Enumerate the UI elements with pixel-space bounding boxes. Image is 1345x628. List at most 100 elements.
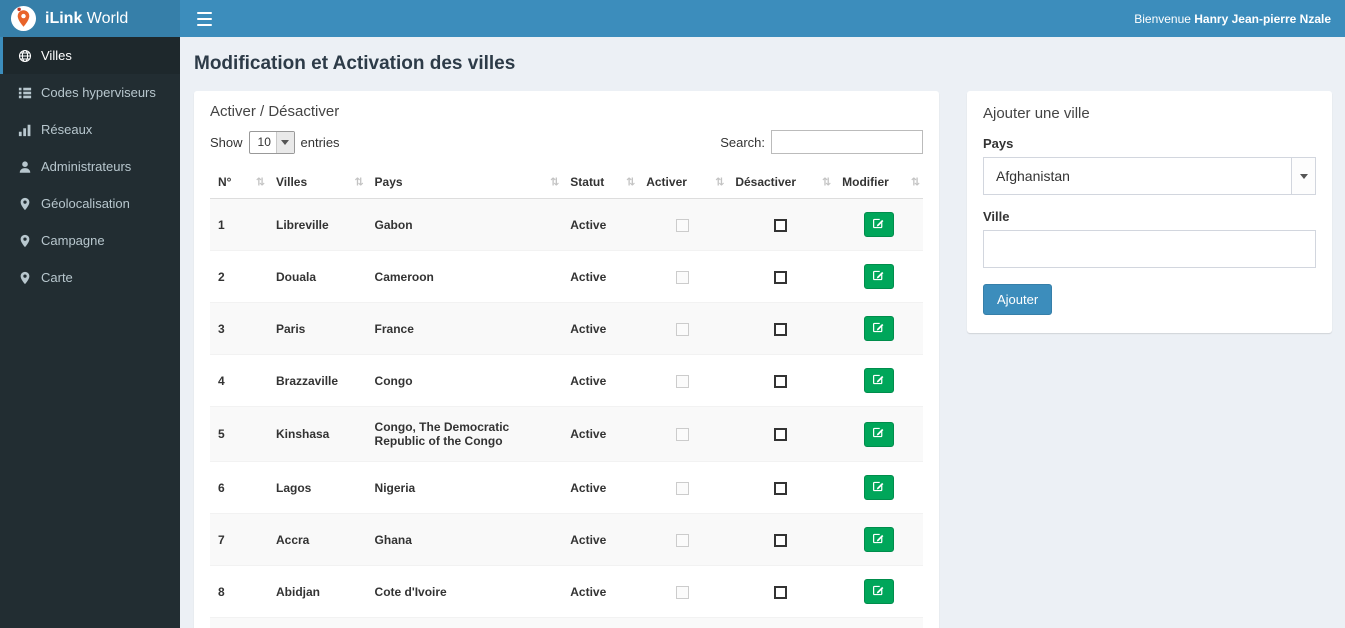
modifier-button[interactable] [863,475,894,500]
ajouter-button[interactable]: Ajouter [983,284,1053,315]
sidebar-item-carte[interactable]: Carte [0,259,180,296]
desactiver-checkbox[interactable] [774,322,788,336]
activer-checkbox[interactable] [676,585,690,599]
add-city-panel: Ajouter une ville Pays Afghanistan Ville… [967,91,1332,333]
activer-checkbox[interactable] [676,270,690,284]
edit-pencil-icon [872,532,885,548]
edit-pencil-icon [872,217,885,233]
welcome-user-name: Hanry Jean-pierre Nzale [1194,11,1331,26]
modifier-button[interactable] [863,316,894,341]
cell-statut: Active [562,250,639,303]
cell-num: 2 [210,250,268,303]
cell-num: 8 [210,565,268,618]
cell-statut: Active [562,198,639,251]
page-length-select[interactable]: 10 [248,130,295,154]
column-header-num[interactable]: N° ⇅ [210,166,268,199]
signal-bars-icon [18,123,32,137]
table-row: 1 Libreville Gabon Active [210,198,923,251]
table-row: 5 Kinshasa Congo, The Democratic Republi… [210,406,923,462]
column-header-statut[interactable]: Statut ⇅ [562,166,639,199]
sidebar-item-codes-hyperviseurs[interactable]: Codes hyperviseurs [0,74,180,111]
modifier-button[interactable] [863,527,894,552]
activer-checkbox[interactable] [676,428,690,442]
cell-ville: Brazzaville [268,354,367,407]
sidebar-item-reseaux[interactable]: Réseaux [0,111,180,148]
edit-pencil-icon [872,480,885,496]
cell-num: 9 [210,617,268,628]
search-input[interactable] [771,130,923,154]
cell-num: 1 [210,198,268,251]
desactiver-checkbox[interactable] [774,481,788,495]
modifier-button[interactable] [863,368,894,393]
cell-ville: Accra [268,513,367,566]
sort-icon: ⇅ [626,176,636,189]
modifier-button[interactable] [863,579,894,604]
sidebar-item-villes[interactable]: Villes [0,37,180,74]
sidebar-item-label: Administrateurs [41,159,132,174]
cell-pays: France [366,302,563,355]
desactiver-checkbox[interactable] [774,218,788,232]
cell-statut: Active [562,513,639,566]
cell-ville: Paris [268,302,367,355]
brand-name: iLink World [45,10,128,28]
list-icon [18,86,32,100]
sidebar-toggle-button[interactable] [180,0,229,37]
cell-ville: Douala [268,250,367,303]
pays-select[interactable]: Afghanistan [983,157,1316,195]
app-window: iLink World Bienvenue Hanry Jean-pierre … [0,0,1345,628]
desactiver-checkbox[interactable] [774,533,788,547]
desactiver-checkbox[interactable] [774,374,788,388]
page-title: Modification et Activation des villes [194,53,516,74]
sidebar-item-administrateurs[interactable]: Administrateurs [0,148,180,185]
column-header-villes[interactable]: Villes ⇅ [268,166,367,199]
cell-num: 7 [210,513,268,566]
entries-label: entries [300,134,340,150]
sidebar-item-geolocalisation[interactable]: Géolocalisation [0,185,180,222]
sidebar-item-label: Villes [41,48,72,63]
datatable-toolbar: Show 10 entries Search: [210,130,923,154]
map-marker-icon [18,197,32,211]
table-row: 9 Dakar Senegal Active [210,617,923,628]
brand-bold: iLink [45,9,83,27]
brand-area: iLink World [0,0,180,37]
cell-num: 3 [210,302,268,355]
edit-pencil-icon [872,426,885,442]
page-length-control: Show 10 entries [210,130,340,154]
activer-checkbox[interactable] [676,374,690,388]
activer-checkbox[interactable] [676,218,690,232]
cell-pays: Congo [366,354,563,407]
modifier-button[interactable] [863,421,894,447]
column-header-activer[interactable]: Activer ⇅ [638,166,728,199]
cell-ville: Dakar [268,617,367,628]
column-header-pays[interactable]: Pays ⇅ [366,166,563,199]
desactiver-checkbox[interactable] [774,585,788,599]
column-header-desactiver[interactable]: Désactiver ⇅ [727,166,835,199]
map-marker-icon [18,271,32,285]
sidebar-item-label: Campagne [41,233,105,248]
sidebar-item-campagne[interactable]: Campagne [0,222,180,259]
cell-pays: Congo, The Democratic Republic of the Co… [366,406,563,462]
cell-pays: Cote d'Ivoire [366,565,563,618]
cell-pays: Nigeria [366,461,563,514]
sidebar-item-label: Carte [41,270,73,285]
map-marker-icon [18,234,32,248]
cell-statut: Active [562,461,639,514]
cell-ville: Abidjan [268,565,367,618]
activer-checkbox[interactable] [676,533,690,547]
cell-statut: Active [562,302,639,355]
modifier-button[interactable] [863,264,894,289]
column-header-modifier[interactable]: Modifier ⇅ [834,166,923,199]
desactiver-checkbox[interactable] [774,270,788,284]
ville-input[interactable] [983,230,1316,268]
welcome-prefix: Bienvenue [1134,11,1195,26]
sort-icon: ⇅ [715,176,725,189]
activer-checkbox[interactable] [676,322,690,336]
desactiver-checkbox[interactable] [774,428,788,442]
modifier-button[interactable] [863,212,894,237]
sort-icon: ⇅ [910,176,920,189]
show-label: Show [210,134,243,150]
cell-statut: Active [562,565,639,618]
activer-checkbox[interactable] [676,481,690,495]
table-body: 1 Libreville Gabon Active 2 Douala Camer… [210,198,923,628]
cell-statut: Active [562,406,639,462]
